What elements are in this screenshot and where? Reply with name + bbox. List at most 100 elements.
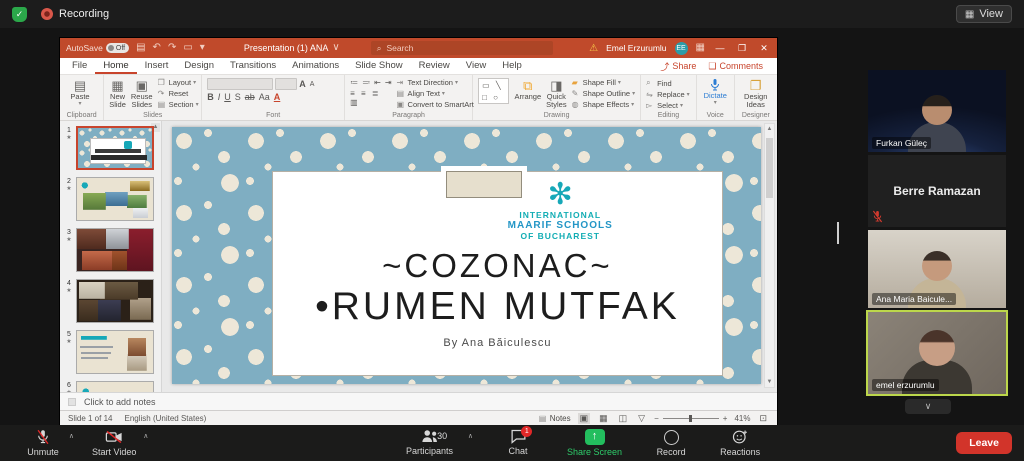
video-tile-emel[interactable]: emel erzurumlu [868, 312, 1006, 394]
quick-access-caret-icon[interactable]: ▾ [200, 43, 205, 53]
view-button[interactable]: ▦ View [956, 5, 1012, 23]
restore-button[interactable]: ❐ [735, 43, 749, 54]
slide-sorter-view-button[interactable]: ▦ [597, 413, 610, 424]
bullets-button[interactable]: ≔ [350, 78, 358, 87]
zoom-in-button[interactable]: + [723, 414, 728, 423]
search-input[interactable]: ⌕ Search [371, 41, 553, 55]
leave-button[interactable]: Leave [956, 432, 1012, 454]
slide-thumbnail-5[interactable]: 5★ [62, 330, 158, 374]
tab-file[interactable]: File [64, 58, 95, 74]
recording-indicator[interactable]: Recording [41, 8, 109, 20]
convert-smartart-button[interactable]: ▣Convert to SmartArt [397, 100, 474, 109]
shape-effects-button[interactable]: ◍Shape Effects▾ [572, 100, 636, 109]
quick-styles-button[interactable]: ◨ Quick Styles [546, 78, 566, 110]
reuse-slides-button[interactable]: ▣ Reuse Slides [131, 78, 153, 110]
scroll-down-icon[interactable]: ▼ [765, 377, 774, 387]
tab-insert[interactable]: Insert [137, 58, 177, 74]
design-ideas-button[interactable]: ❐ Design Ideas [740, 78, 772, 110]
shape-outline-button[interactable]: ✎Shape Outline▾ [572, 89, 636, 98]
decrease-indent-button[interactable]: ⇤ [374, 78, 381, 87]
account-avatar[interactable]: EE [675, 42, 688, 55]
reset-button[interactable]: ↷Reset [158, 89, 199, 98]
text-direction-button[interactable]: ⇥Text Direction▾ [397, 78, 474, 87]
tab-animations[interactable]: Animations [284, 58, 347, 74]
grow-font-button[interactable]: A [299, 79, 306, 89]
panel-drag-handle[interactable] [837, 222, 839, 244]
font-color-button[interactable]: A [274, 92, 281, 102]
record-button[interactable]: Record [644, 425, 698, 461]
tab-design[interactable]: Design [176, 58, 222, 74]
text-shadow-button[interactable]: S [235, 92, 241, 102]
collapse-videos-button[interactable]: ∨ [905, 399, 951, 414]
slide-thumbnail-6[interactable]: 6★ [62, 381, 158, 392]
autosave-toggle[interactable]: AutoSave Off [66, 43, 129, 53]
zoom-slider-thumb[interactable] [689, 415, 692, 422]
share-button[interactable]: ⤴Share [660, 60, 696, 73]
participants-options-caret[interactable]: ∧ [468, 432, 473, 440]
tab-transitions[interactable]: Transitions [222, 58, 284, 74]
find-button[interactable]: ⌕Find [646, 78, 690, 88]
zoom-slider[interactable]: − + [654, 414, 727, 423]
video-options-caret[interactable]: ∧ [143, 432, 148, 440]
video-tile-furkan[interactable]: Furkan Güleç [868, 70, 1006, 152]
font-size-combo[interactable] [275, 78, 297, 90]
shrink-font-button[interactable]: A [310, 81, 315, 88]
alignment-buttons[interactable]: ≡ ≡ ≣ ▥ [350, 89, 391, 107]
save-icon[interactable]: ▤ [136, 43, 145, 53]
reactions-button[interactable]: Reactions [712, 425, 768, 461]
slide-scrollbar[interactable]: ▲ ▼ [764, 123, 775, 388]
language-indicator[interactable]: English (United States) [124, 414, 206, 423]
arrange-button[interactable]: ⧉ Arrange [514, 78, 541, 101]
account-name[interactable]: Emel Erzurumlu [606, 43, 666, 53]
layout-button[interactable]: ❐Layout▾ [158, 78, 199, 87]
unmute-button[interactable]: Unmute ∧ [16, 425, 70, 461]
increase-indent-button[interactable]: ⇥ [385, 78, 392, 87]
underline-button[interactable]: U [224, 92, 231, 102]
shapes-gallery[interactable]: ▭ ╲ □ ○ ▽ △ ◇ ☆ ⌒ ~ [478, 78, 509, 104]
slide-thumbnail-4[interactable]: 4★ [62, 279, 158, 323]
zoom-out-button[interactable]: − [654, 414, 659, 423]
slide-thumbnail-1[interactable]: 1★ [62, 126, 158, 170]
scrollbar-thumb[interactable] [766, 138, 773, 198]
video-tile-berre[interactable]: Berre Ramazan [868, 155, 1006, 227]
align-text-button[interactable]: ▤Align Text▾ [397, 89, 474, 98]
warning-icon[interactable]: ⚠ [589, 43, 598, 54]
reading-view-button[interactable]: ◫ [617, 413, 630, 424]
ribbon-options-icon[interactable]: ▦ [696, 43, 705, 53]
tab-review[interactable]: Review [411, 58, 458, 74]
unmute-options-caret[interactable]: ∧ [69, 432, 74, 440]
slide-thumbnail-3[interactable]: 3★ [62, 228, 158, 272]
document-title[interactable]: Presentation (1) ANA ∨ [244, 43, 340, 53]
fit-to-window-button[interactable]: ⊡ [757, 413, 769, 424]
chat-button[interactable]: 1 Chat [491, 425, 545, 461]
paste-button[interactable]: ▤ Paste ▾ [65, 78, 95, 108]
close-button[interactable]: ✕ [757, 43, 771, 54]
notes-toggle-button[interactable]: ▤Notes [539, 414, 571, 423]
numbering-button[interactable]: ≕ [362, 78, 370, 87]
select-button[interactable]: ▻Select▾ [646, 101, 690, 110]
change-case-button[interactable]: Aa [259, 92, 270, 102]
new-slide-button[interactable]: ▦ New Slide [109, 78, 126, 110]
current-slide[interactable]: ✻ INTERNATIONAL MAARIF SCHOOLS OF BUCHAR… [172, 127, 761, 384]
slideshow-view-button[interactable]: ▽ [636, 413, 647, 424]
minimize-button[interactable]: — [713, 43, 727, 53]
strikethrough-button[interactable]: ab [245, 92, 255, 102]
tab-home[interactable]: Home [95, 58, 136, 74]
start-video-button[interactable]: Start Video ∧ [84, 425, 144, 461]
normal-view-button[interactable]: ▣ [578, 413, 591, 424]
section-button[interactable]: ▤Section▾ [158, 100, 199, 109]
font-name-combo[interactable] [207, 78, 273, 90]
tab-slide-show[interactable]: Slide Show [347, 58, 411, 74]
redo-icon[interactable]: ↷ [168, 43, 176, 53]
italic-button[interactable]: I [218, 92, 221, 102]
shape-fill-button[interactable]: ▰Shape Fill▾ [572, 78, 636, 87]
zoom-percentage[interactable]: 41% [734, 414, 750, 423]
scroll-up-icon[interactable]: ▲ [765, 124, 774, 134]
tab-view[interactable]: View [458, 58, 494, 74]
replace-button[interactable]: ⇋Replace▾ [646, 90, 690, 99]
participants-button[interactable]: 30 Participants ∧ [398, 425, 461, 461]
tab-help[interactable]: Help [494, 58, 530, 74]
bold-button[interactable]: B [207, 92, 214, 102]
present-icon[interactable]: ▭ [183, 43, 192, 53]
slide-thumbnail-2[interactable]: 2★ [62, 177, 158, 221]
